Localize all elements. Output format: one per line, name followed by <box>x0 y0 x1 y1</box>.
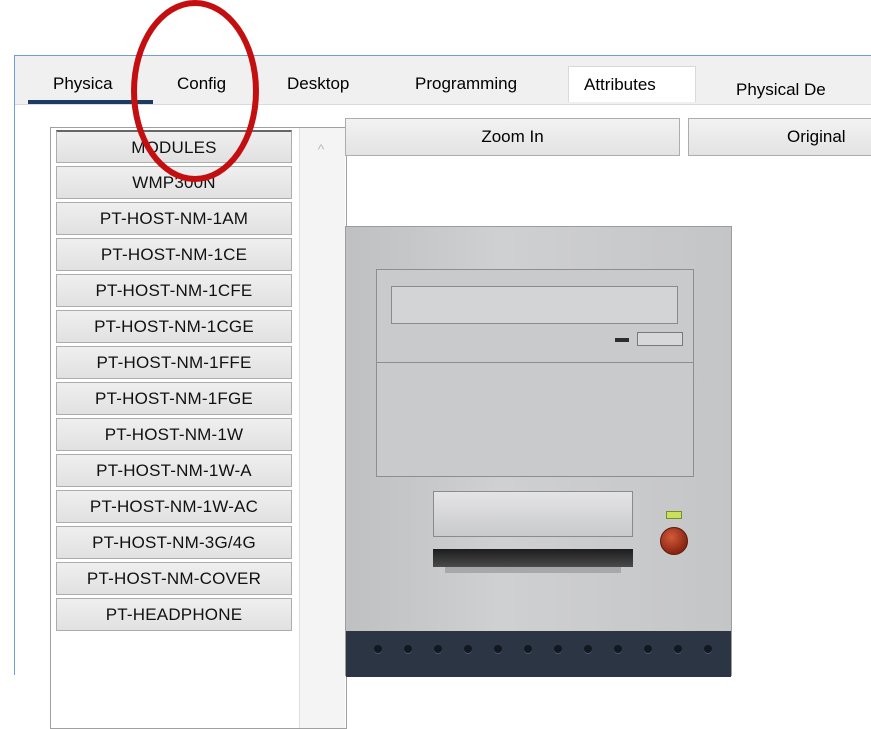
physical-device-label: Physical De <box>736 80 826 99</box>
module-item-headphone[interactable]: PT-HEADPHONE <box>56 598 292 631</box>
scroll-up-arrow-icon[interactable]: ^ <box>306 134 336 164</box>
power-led-icon <box>666 511 682 519</box>
vent-hole <box>554 645 562 653</box>
modules-list: MODULES WMP300N PT-HOST-NM-1AM PT-HOST-N… <box>53 130 295 634</box>
drive-activity-indicator <box>615 338 629 342</box>
pc-tower-image[interactable] <box>345 226 732 677</box>
bay-divider <box>377 362 693 363</box>
vent-hole <box>584 645 592 653</box>
vent-hole <box>434 645 442 653</box>
module-item-1w[interactable]: PT-HOST-NM-1W <box>56 418 292 451</box>
vent-hole <box>704 645 712 653</box>
vent-hole <box>494 645 502 653</box>
module-item-1cge[interactable]: PT-HOST-NM-1CGE <box>56 310 292 343</box>
optical-drive-slot <box>391 286 678 324</box>
floppy-drive <box>433 491 633 573</box>
vent-hole <box>374 645 382 653</box>
original-size-button[interactable]: Original <box>688 118 871 156</box>
modules-list-panel: MODULES WMP300N PT-HOST-NM-1AM PT-HOST-N… <box>50 127 347 729</box>
drive-bay <box>376 269 694 477</box>
vent-strip <box>346 631 731 677</box>
floppy-drive-slot <box>433 549 633 567</box>
red-highlight-circle <box>131 0 259 182</box>
module-item-1w-a[interactable]: PT-HOST-NM-1W-A <box>56 454 292 487</box>
modules-scrollbar[interactable]: ^ <box>299 128 345 728</box>
tab-attributes[interactable]: Attributes <box>568 66 696 102</box>
module-item-1cfe[interactable]: PT-HOST-NM-1CFE <box>56 274 292 307</box>
vent-hole <box>404 645 412 653</box>
module-item-3g-4g[interactable]: PT-HOST-NM-3G/4G <box>56 526 292 559</box>
module-item-1ffe[interactable]: PT-HOST-NM-1FFE <box>56 346 292 379</box>
module-item-1ce[interactable]: PT-HOST-NM-1CE <box>56 238 292 271</box>
vent-hole <box>524 645 532 653</box>
floppy-drive-base <box>445 567 621 573</box>
module-item-1am[interactable]: PT-HOST-NM-1AM <box>56 202 292 235</box>
vent-hole <box>644 645 652 653</box>
tab-desktop[interactable]: Desktop <box>277 66 381 102</box>
vent-hole <box>464 645 472 653</box>
floppy-drive-face <box>433 491 633 537</box>
module-item-1w-ac[interactable]: PT-HOST-NM-1W-AC <box>56 490 292 523</box>
module-item-1fge[interactable]: PT-HOST-NM-1FGE <box>56 382 292 415</box>
tab-programming[interactable]: Programming <box>405 66 555 102</box>
vent-hole <box>674 645 682 653</box>
zoom-in-button[interactable]: Zoom In <box>345 118 680 156</box>
module-item-cover[interactable]: PT-HOST-NM-COVER <box>56 562 292 595</box>
vent-hole <box>614 645 622 653</box>
power-button[interactable] <box>660 527 688 555</box>
drive-eject-button <box>637 332 683 346</box>
